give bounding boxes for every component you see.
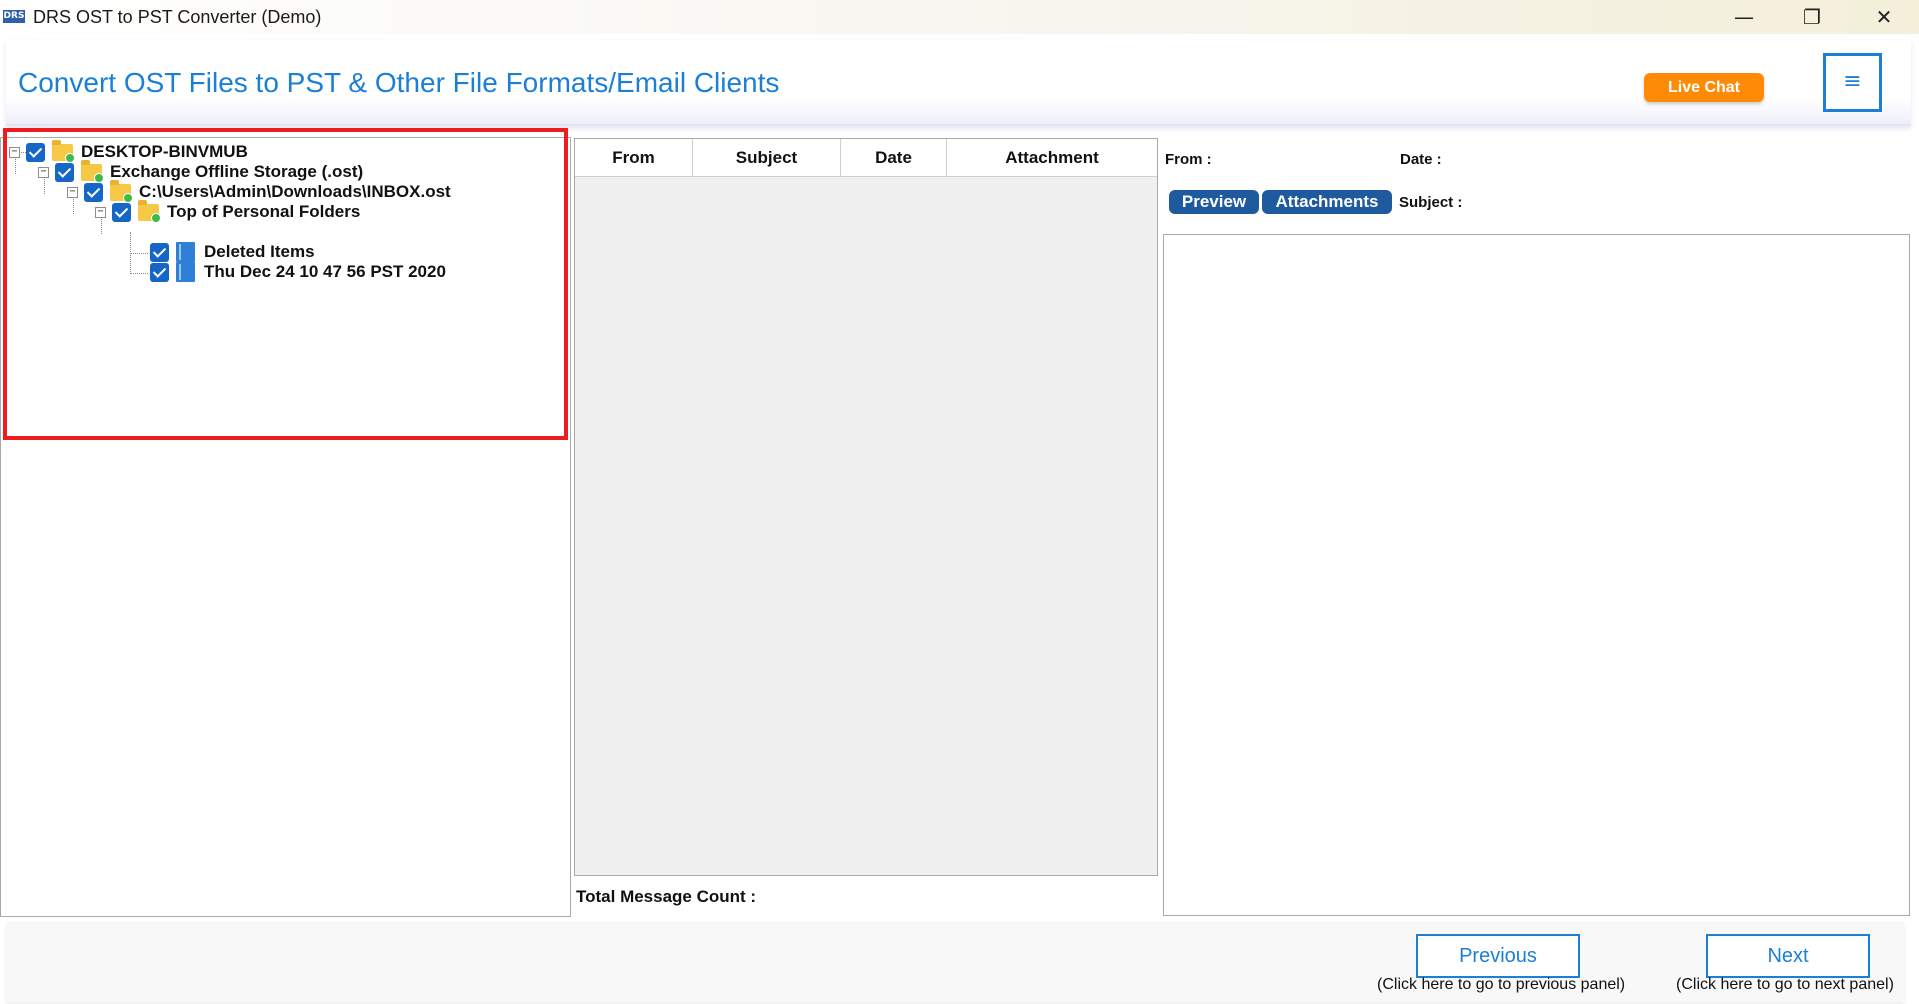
checkbox[interactable] <box>84 182 103 202</box>
total-message-count-label: Total Message Count : <box>576 887 757 906</box>
previous-hint: (Click here to go to previous panel) <box>1377 976 1626 993</box>
folder-icon <box>110 179 133 203</box>
folder-tree-panel[interactable]: − DESKTOP-BINVMUB − Exchange Offline Sto… <box>0 137 571 917</box>
date-label: Date : <box>1400 151 1442 168</box>
tree-node-label[interactable]: Top of Personal Folders <box>167 202 360 222</box>
checkbox[interactable] <box>150 242 169 262</box>
tree-connector <box>130 273 148 274</box>
minimize-icon[interactable]: — <box>1710 0 1778 34</box>
collapse-icon[interactable]: − <box>9 146 20 158</box>
collapse-icon[interactable]: − <box>38 166 49 178</box>
live-chat-button[interactable]: Live Chat <box>1644 73 1764 102</box>
tree-connector <box>130 253 148 254</box>
previous-button[interactable]: Previous <box>1416 934 1580 978</box>
folder-icon <box>81 159 104 183</box>
column-header-attachment[interactable]: Attachment <box>947 139 1157 177</box>
message-list-header: From Subject Date Attachment <box>575 139 1157 177</box>
app-icon: DRS <box>3 10 25 23</box>
next-button[interactable]: Next <box>1706 934 1870 978</box>
tree-node-label[interactable]: DESKTOP-BINVMUB <box>81 142 248 162</box>
close-icon[interactable]: ✕ <box>1850 0 1918 34</box>
checkbox[interactable] <box>26 142 45 162</box>
mailbox-folder-icon <box>176 242 195 262</box>
column-header-from[interactable]: From <box>575 139 693 177</box>
app-header: Convert OST Files to PST & Other File Fo… <box>6 40 1911 126</box>
from-label: From : <box>1165 151 1212 168</box>
tree-node-label[interactable]: Deleted Items <box>204 242 315 262</box>
tree-node-label[interactable]: Exchange Offline Storage (.ost) <box>110 162 363 182</box>
folder-icon <box>138 199 161 223</box>
message-list[interactable]: From Subject Date Attachment <box>574 138 1158 876</box>
collapse-icon[interactable]: − <box>67 186 78 198</box>
checkbox[interactable] <box>55 162 74 182</box>
mailbox-folder-icon <box>176 262 195 282</box>
message-preview-pane[interactable] <box>1163 234 1910 916</box>
folder-icon <box>52 139 75 163</box>
tree-node[interactable]: Thu Dec 24 10 47 56 PST 2020 <box>150 260 446 284</box>
window-title: DRS OST to PST Converter (Demo) <box>33 7 322 27</box>
maximize-icon[interactable]: ❐ <box>1778 0 1846 34</box>
tree-node-label[interactable]: Thu Dec 24 10 47 56 PST 2020 <box>204 262 446 282</box>
page-title: Convert OST Files to PST & Other File Fo… <box>18 67 780 98</box>
tree-node-label[interactable]: C:\Users\Admin\Downloads\INBOX.ost <box>139 182 451 202</box>
tree-node[interactable]: − Top of Personal Folders <box>95 199 360 224</box>
checkbox[interactable] <box>150 262 169 282</box>
column-header-date[interactable]: Date <box>841 139 947 177</box>
checkbox[interactable] <box>112 202 131 222</box>
menu-button[interactable]: ≡ <box>1823 53 1882 112</box>
next-hint: (Click here to go to next panel) <box>1676 976 1894 993</box>
window-title-bar: DRS DRS OST to PST Converter (Demo) — ❐ … <box>0 0 1919 34</box>
column-header-subject[interactable]: Subject <box>693 139 841 177</box>
tab-attachments[interactable]: Attachments <box>1262 190 1392 214</box>
hamburger-icon: ≡ <box>1843 69 1862 94</box>
tab-preview[interactable]: Preview <box>1169 190 1259 214</box>
collapse-icon[interactable]: − <box>95 206 106 218</box>
subject-label: Subject : <box>1399 194 1463 211</box>
